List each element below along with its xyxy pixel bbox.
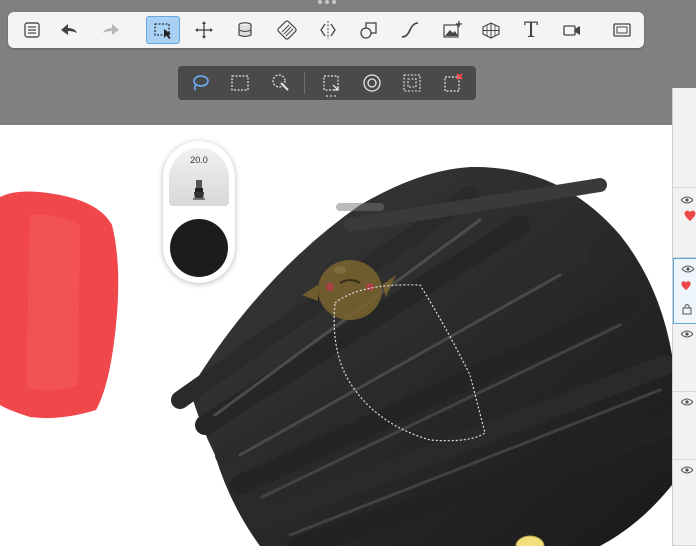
selection-cursor-icon (154, 23, 171, 39)
lock-icon[interactable] (682, 303, 692, 315)
layer-row[interactable] (673, 324, 696, 392)
lasso-select-button[interactable] (186, 70, 214, 96)
text-icon: T (523, 17, 538, 42)
video-camera-icon (563, 25, 580, 36)
image-add-icon (443, 21, 462, 38)
list-icon (24, 22, 40, 38)
layer-row[interactable] (673, 392, 696, 460)
paint-bucket-icon (238, 22, 252, 38)
eye-icon[interactable] (681, 466, 693, 474)
rectangle-select-icon (231, 75, 249, 91)
lasso-icon (193, 75, 209, 91)
drawing-canvas[interactable] (0, 125, 672, 546)
selection-modify-icon (323, 75, 339, 91)
magic-wand-button[interactable] (267, 70, 295, 96)
current-color-swatch[interactable] (170, 219, 228, 277)
layers-panel (672, 88, 696, 546)
eye-icon[interactable] (681, 398, 693, 406)
rectangle-select-button[interactable] (226, 70, 254, 96)
gradient-tool-button[interactable] (270, 16, 304, 44)
record-video-button[interactable] (555, 16, 589, 44)
curve-tool-button[interactable] (393, 16, 427, 44)
layer-thumbnail (681, 281, 691, 291)
brush-panel: 20.0 (163, 141, 235, 283)
toolbar-divider (304, 72, 305, 94)
main-toolbar: T (8, 12, 644, 48)
invert-selection-button[interactable] (398, 70, 426, 96)
perspective-grid-icon (482, 22, 500, 39)
fullscreen-button[interactable] (605, 16, 639, 44)
artwork (0, 166, 672, 546)
layer-row[interactable] (673, 88, 696, 188)
invert-selection-icon (403, 74, 421, 92)
eye-icon[interactable] (681, 196, 693, 204)
redo-arrow-icon (103, 24, 119, 35)
magic-wand-icon (272, 74, 289, 91)
eye-icon[interactable] (681, 330, 693, 338)
shapes-icon (360, 22, 377, 39)
brush-size-slider[interactable]: 20.0 (169, 148, 229, 206)
text-tool-button[interactable]: T (514, 16, 548, 44)
shapes-tool-button[interactable] (352, 16, 386, 44)
redo-button[interactable] (94, 16, 128, 44)
selection-modify-button[interactable] (317, 70, 345, 96)
undo-button[interactable] (52, 16, 86, 44)
symmetry-tool-button[interactable] (311, 16, 345, 44)
toolbar-grip[interactable] (316, 0, 338, 6)
insert-image-button[interactable] (435, 16, 469, 44)
symmetry-icon (320, 21, 336, 39)
fullscreen-icon (613, 23, 631, 37)
layer-row[interactable] (673, 460, 696, 546)
selection-toolbar (178, 66, 476, 100)
clear-selection-button[interactable] (439, 70, 467, 96)
black-paint-stroke (171, 166, 672, 546)
curve-icon (401, 22, 419, 38)
more-options-indicator (326, 95, 336, 97)
perspective-tool-button[interactable] (474, 16, 508, 44)
layer-thumbnail (684, 210, 696, 221)
undo-arrow-icon (61, 24, 77, 35)
selection-tool-button[interactable] (146, 16, 180, 44)
layer-row[interactable] (673, 188, 696, 258)
brush-size-value: 20.0 (190, 155, 208, 165)
move-arrows-icon (195, 21, 213, 39)
target-icon (363, 74, 381, 92)
brush-tool-icon (193, 180, 205, 200)
gradient-stripes-icon (277, 20, 297, 40)
layer-list-button[interactable] (15, 16, 49, 44)
eye-icon[interactable] (682, 265, 694, 273)
fill-tool-button[interactable] (228, 16, 262, 44)
layer-row-selected[interactable] (673, 258, 696, 324)
move-tool-button[interactable] (187, 16, 221, 44)
clear-selection-icon (444, 73, 463, 92)
feather-selection-button[interactable] (358, 70, 386, 96)
